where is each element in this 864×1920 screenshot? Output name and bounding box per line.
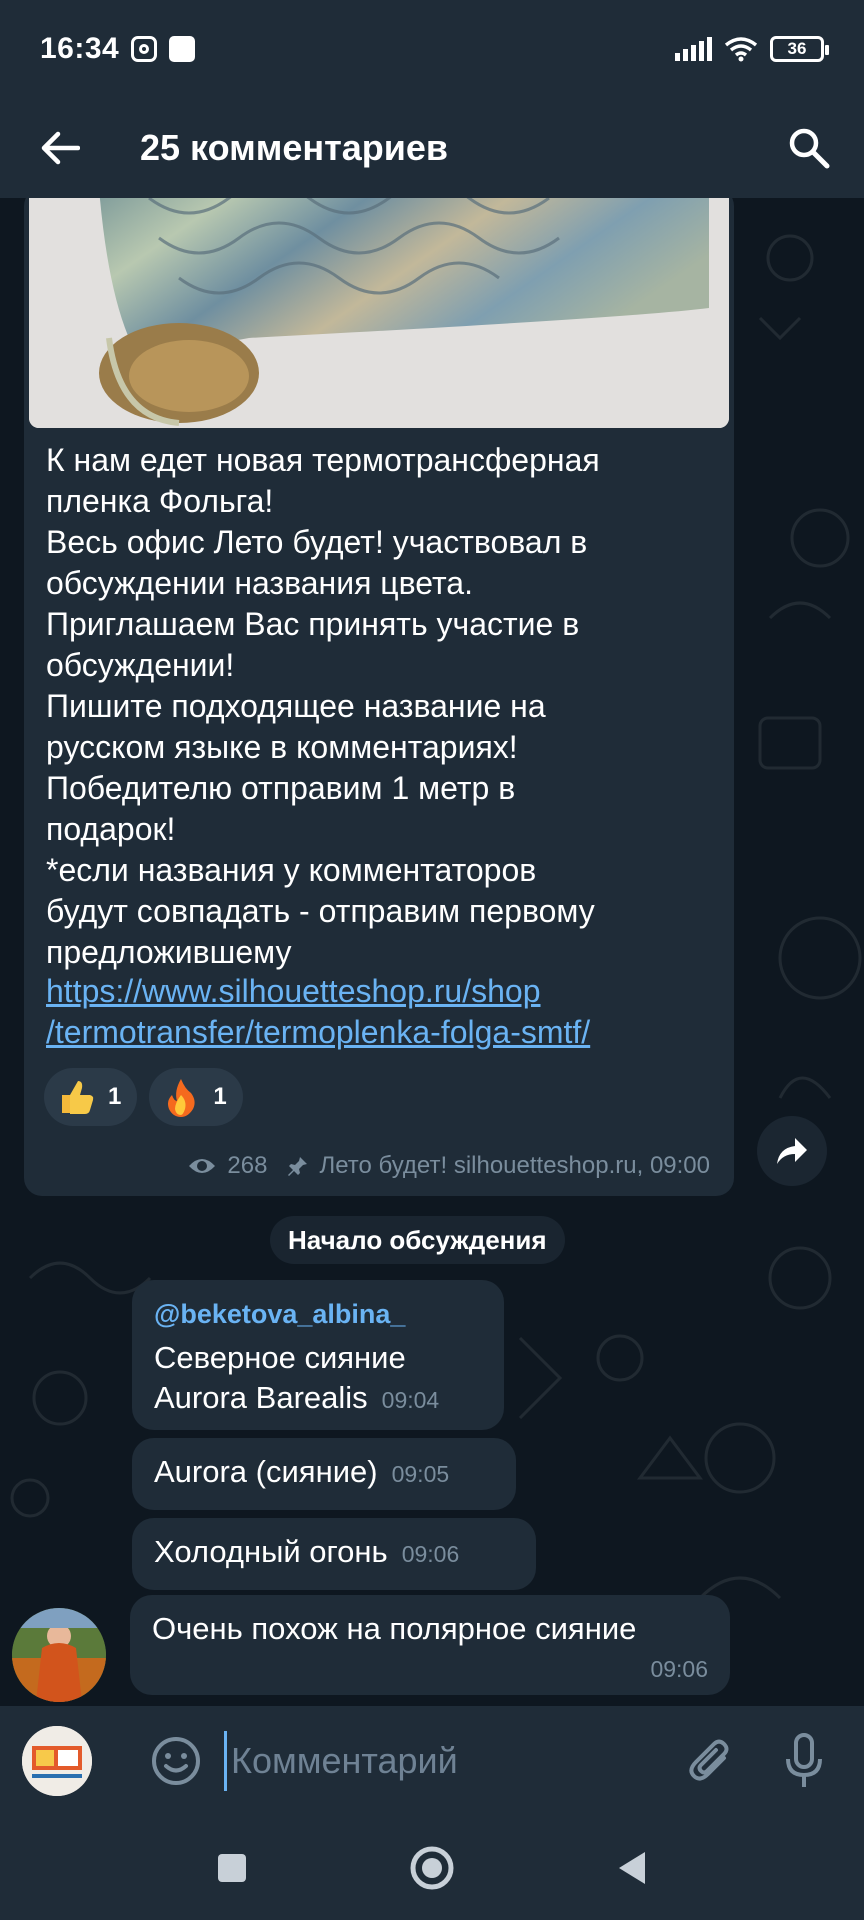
recent-apps-button[interactable] — [207, 1843, 257, 1893]
discussion-start-label: Начало обсуждения — [270, 1216, 565, 1264]
home-circle-icon — [410, 1846, 454, 1890]
share-button[interactable] — [757, 1116, 827, 1186]
wifi-icon — [724, 37, 758, 62]
battery-level: 36 — [787, 39, 807, 58]
chat-area[interactable]: К нам едет новая термотрансферная пленка… — [0, 198, 864, 1706]
battery-icon: 36 — [770, 36, 829, 62]
microphone-button[interactable] — [774, 1726, 834, 1796]
triangle-back-icon — [619, 1852, 645, 1884]
comment-message[interactable]: Aurora (сияние) 09:05 — [132, 1438, 516, 1510]
comment-text: Aurora (сияние) — [154, 1454, 378, 1489]
commenter-avatar[interactable] — [12, 1608, 106, 1702]
app-header: 25 комментариев — [0, 98, 864, 198]
status-time: 16:34 — [40, 32, 120, 65]
share-arrow-icon — [777, 1138, 807, 1164]
comment-message[interactable]: Очень похож на полярное сияние 09:06 — [130, 1595, 730, 1695]
comment-text: Северное сияние Aurora Barealis — [154, 1340, 406, 1415]
smiley-icon — [152, 1737, 200, 1785]
channel-post: К нам едет новая термотрансферная пленка… — [24, 198, 734, 1196]
comment-text: Очень похож на полярное сияние — [152, 1611, 637, 1646]
comment-text: Холодный огонь — [154, 1534, 388, 1569]
sender-avatar[interactable] — [22, 1726, 92, 1796]
reaction-count: 1 — [108, 1083, 122, 1110]
fire-icon — [161, 1077, 201, 1117]
post-link[interactable]: https://www.silhouetteshop.ru/shop /term… — [46, 971, 716, 1053]
signal-icon — [675, 37, 712, 61]
square-icon — [218, 1854, 246, 1882]
comment-time: 09:04 — [381, 1387, 440, 1413]
post-footer: Лето будет! silhouetteshop.ru, 09:00 — [319, 1152, 710, 1179]
page-title: 25 комментариев — [140, 127, 449, 168]
instagram-icon — [131, 36, 158, 62]
comment-time: 09:06 — [650, 1656, 708, 1682]
reactions: 1 1 — [44, 1068, 243, 1126]
emoji-button[interactable] — [146, 1731, 206, 1791]
status-bar: 16:34 36 — [0, 0, 864, 98]
post-image-foil-roll[interactable] — [29, 198, 729, 428]
thumbs-up-icon — [56, 1077, 96, 1117]
comment-input-bar — [0, 1706, 864, 1816]
attach-button[interactable] — [676, 1726, 746, 1796]
comment-time: 09:05 — [391, 1461, 450, 1487]
arrow-left-icon — [41, 131, 80, 165]
search-button[interactable] — [754, 98, 864, 198]
comment-message[interactable]: Холодный огонь 09:06 — [132, 1518, 536, 1590]
eye-icon — [189, 1159, 216, 1173]
home-button[interactable] — [407, 1843, 457, 1893]
comment-message[interactable]: @beketova_albina_ Северное сияние Aurora… — [132, 1280, 504, 1430]
pin-icon — [288, 1157, 308, 1176]
paperclip-icon — [689, 1739, 729, 1781]
reaction-thumbs-up[interactable]: 1 — [44, 1068, 138, 1126]
mail-icon — [169, 36, 196, 62]
comment-author[interactable]: @beketova_albina_ — [154, 1294, 482, 1334]
post-text: К нам едет новая термотрансферная пленка… — [46, 442, 600, 970]
reaction-fire[interactable]: 1 — [149, 1068, 243, 1126]
reaction-count: 1 — [213, 1083, 227, 1110]
comment-input[interactable] — [224, 1731, 664, 1791]
comment-time: 09:06 — [401, 1541, 460, 1567]
microphone-icon — [786, 1733, 822, 1787]
foil-roll-image — [29, 198, 729, 428]
back-nav-button[interactable] — [607, 1843, 657, 1893]
back-button[interactable] — [0, 98, 120, 198]
views-count: 268 — [227, 1152, 268, 1179]
post-meta: 268 Лето будет! silhouetteshop.ru, 09:00 — [187, 1152, 710, 1180]
search-icon — [789, 128, 830, 169]
system-navigation-bar — [0, 1816, 864, 1920]
